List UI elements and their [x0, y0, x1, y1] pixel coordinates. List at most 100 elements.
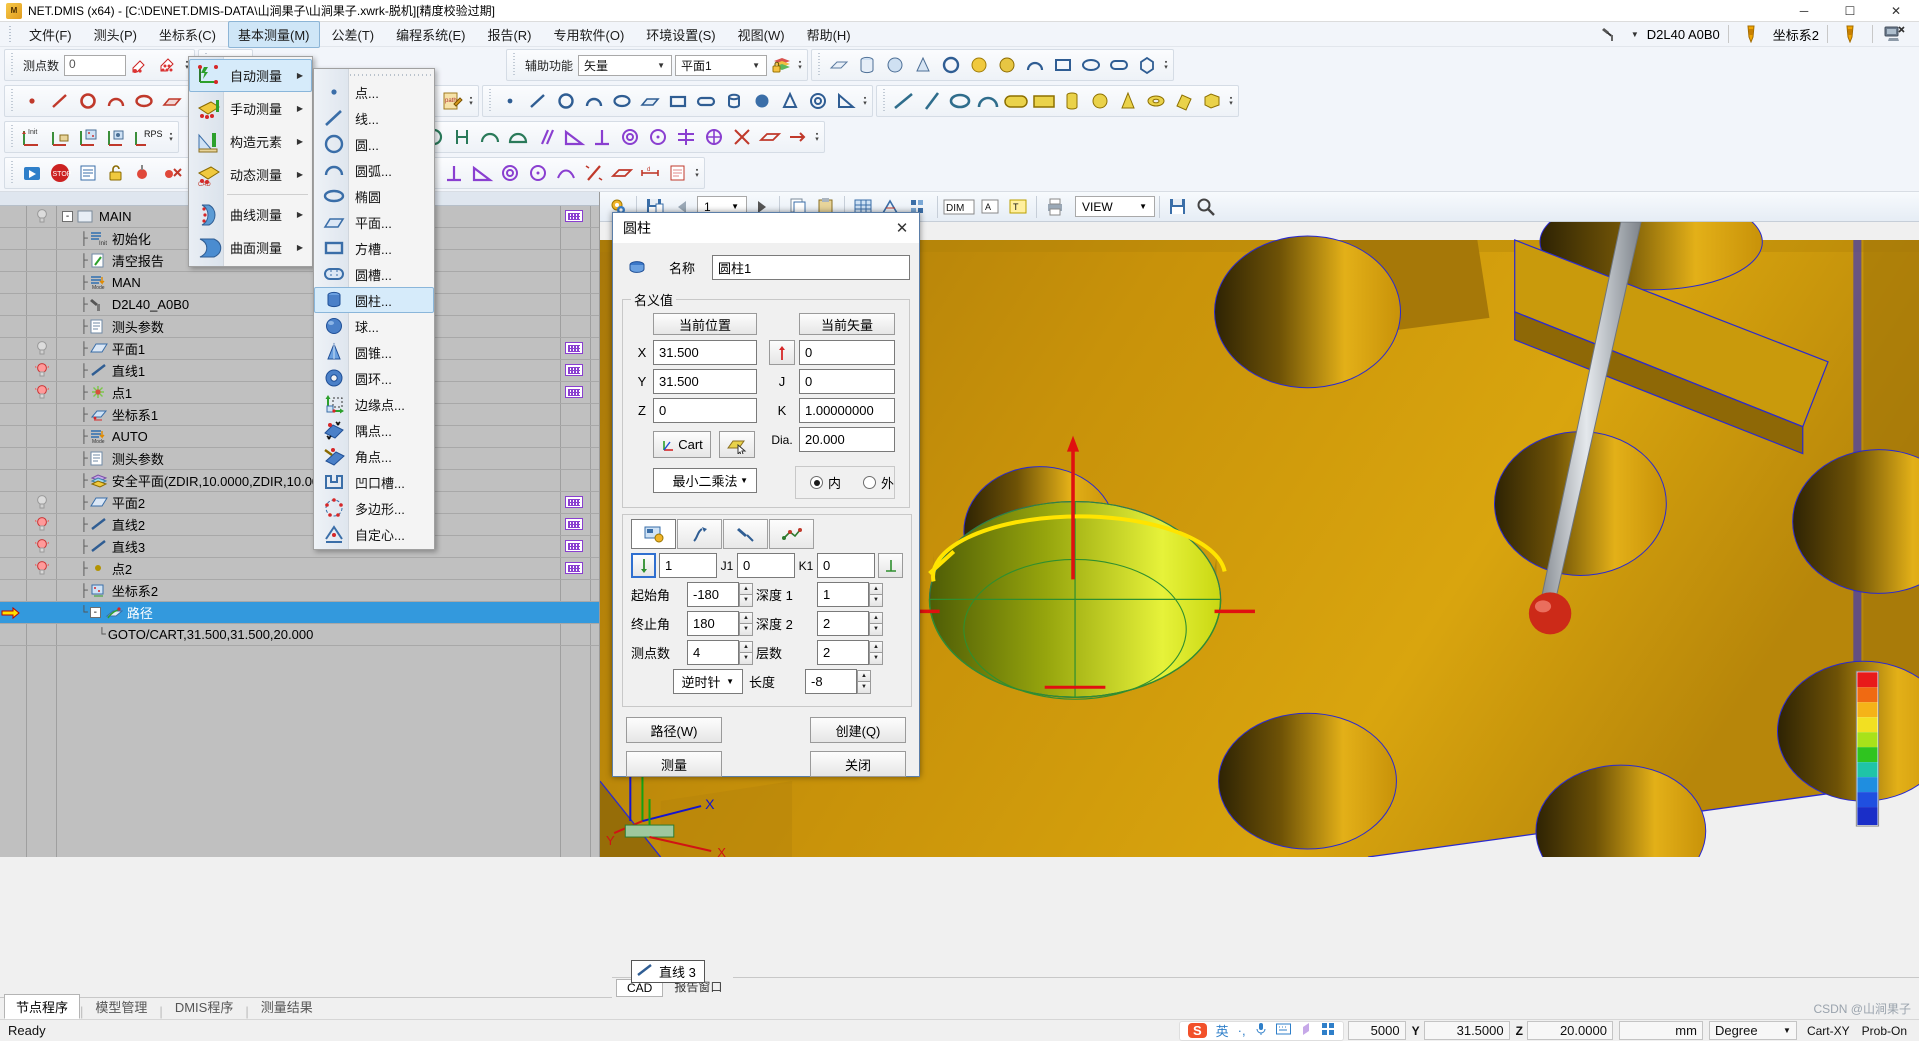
cylinder-tool-icon[interactable]	[853, 51, 881, 79]
length-spinner[interactable]: ▲ ▼	[857, 669, 871, 694]
inner-radio[interactable]: 内	[810, 473, 841, 492]
run-program-icon[interactable]	[18, 159, 46, 187]
outer-radio[interactable]: 外	[863, 473, 894, 492]
submenu-item-arc[interactable]: 圆弧...	[314, 157, 434, 183]
submenu-item-plane[interactable]: 平面...	[314, 209, 434, 235]
dim-pos-icon[interactable]	[700, 123, 728, 151]
construct-ellipse-icon[interactable]	[608, 87, 636, 115]
profile-icon[interactable]	[552, 159, 580, 187]
dim-cyl-icon[interactable]	[448, 123, 476, 151]
rps-csys-icon[interactable]: RPS	[130, 123, 166, 151]
end-angle-spinner[interactable]: ▲ ▼	[739, 611, 753, 636]
construct-plane-icon[interactable]	[636, 87, 664, 115]
text-anno-icon[interactable]: A	[976, 193, 1004, 221]
tree-row[interactable]: ├ 点1	[0, 382, 599, 404]
sheet-icon[interactable]	[664, 159, 692, 187]
tree-row[interactable]: ├ 直线1	[0, 360, 599, 382]
perpendicular-button[interactable]	[878, 553, 903, 578]
perp2-icon[interactable]	[440, 159, 468, 187]
menu-item-dynamic-measure[interactable]: CAD 动态测量 ▶	[189, 158, 312, 191]
cylinder-dialog[interactable]: 圆柱 ✕ 名称 圆柱1 名义值 当前位置 X 31.500 Y 31.500 Z…	[612, 212, 920, 777]
depth1-input[interactable]: 1	[817, 582, 869, 607]
arc-tool-icon[interactable]	[1021, 51, 1049, 79]
menu-coordinate-system[interactable]: 坐标系(C)	[149, 21, 226, 48]
name-input[interactable]: 圆柱1	[712, 255, 910, 280]
visibility-bulb-icon[interactable]	[22, 559, 62, 578]
submenu-item-polygon[interactable]: 多边形...	[314, 495, 434, 521]
tab-model-management[interactable]: 模型管理	[83, 994, 159, 1019]
menu-item-construct-element[interactable]: 构造元素 ▶	[189, 125, 312, 158]
tab-probe-path[interactable]	[723, 519, 768, 549]
angle2-icon[interactable]	[468, 159, 496, 187]
pos-x-input[interactable]: 31.500	[653, 340, 757, 365]
vector2-down-button[interactable]	[631, 553, 656, 578]
sphere2-tool-icon[interactable]	[993, 51, 1021, 79]
point-count-spinner[interactable]: ▲ ▼	[739, 640, 753, 665]
row-keyboard-badge-icon[interactable]	[565, 518, 583, 530]
path-edit-icon[interactable]: path	[438, 87, 466, 115]
direction-combo[interactable]: 逆时针 ▼	[673, 669, 743, 694]
dim-sym-icon[interactable]	[672, 123, 700, 151]
box-shape-icon[interactable]	[1198, 87, 1226, 115]
disconnect-machine-icon[interactable]	[1881, 20, 1909, 48]
tree-row[interactable]: ├ 坐标系1	[0, 404, 599, 426]
dim-angle-icon[interactable]	[560, 123, 588, 151]
group-grip[interactable]	[881, 89, 888, 113]
target2-icon[interactable]	[496, 159, 524, 187]
close-button[interactable]: ✕	[1873, 0, 1919, 22]
palette-icon[interactable]	[1300, 1022, 1313, 1039]
tab-params[interactable]	[631, 519, 676, 549]
menu-dedicated-software[interactable]: 专用软件(O)	[544, 21, 635, 48]
toolbar-overflow-4[interactable]: ▪ ▾	[1161, 51, 1171, 79]
layer-count-input[interactable]: 2	[817, 640, 869, 665]
dim-arc-icon[interactable]	[476, 123, 504, 151]
erase-all-points-icon[interactable]	[154, 51, 182, 79]
sphere-cal-icon[interactable]	[130, 159, 158, 187]
tree-row[interactable]: ├ 坐标系2	[0, 580, 599, 602]
tree-row[interactable]: ├ 平面2	[0, 492, 599, 514]
visibility-bulb-icon[interactable]	[22, 208, 62, 226]
visibility-bulb-icon[interactable]	[22, 361, 62, 380]
vector-combo[interactable]: 矢量 ▼	[578, 54, 673, 76]
submenu-item-edge-point[interactable]: 边缘点...	[314, 391, 434, 417]
line-shape-icon[interactable]	[890, 87, 918, 115]
vec-k1-input[interactable]: 0	[817, 553, 875, 578]
plane-combo[interactable]: 平面1 ▼	[675, 54, 768, 76]
dim-flat-icon[interactable]	[756, 123, 784, 151]
group-grip[interactable]	[511, 53, 519, 77]
submenu-item-notch-slot[interactable]: 凹口槽...	[314, 469, 434, 495]
circle-tool-icon[interactable]	[937, 51, 965, 79]
cad-feature-label-box[interactable]: 直线 3	[631, 960, 705, 983]
construct-angle-icon[interactable]	[832, 87, 860, 115]
depth2-spinner[interactable]: ▲ ▼	[869, 611, 883, 636]
construct-slot-icon[interactable]	[692, 87, 720, 115]
circle-measure-icon[interactable]	[74, 87, 102, 115]
length-input[interactable]: -8	[805, 669, 857, 694]
dim-arrow-icon[interactable]	[784, 123, 812, 151]
dim-target-icon[interactable]	[616, 123, 644, 151]
create-button[interactable]: 创建(Q)	[810, 717, 906, 743]
tab-points[interactable]	[769, 519, 814, 549]
construct-point-icon[interactable]	[496, 87, 524, 115]
line-measure-icon[interactable]	[46, 87, 74, 115]
menu-environment[interactable]: 环境设置(S)	[636, 21, 725, 48]
visibility-bulb-icon[interactable]	[22, 537, 62, 556]
row-keyboard-badge-icon[interactable]	[565, 386, 583, 398]
path-button[interactable]: 路径(W)	[626, 717, 722, 743]
tab-dmis-program[interactable]: DMIS程序	[163, 994, 246, 1019]
view-mode-combo[interactable]: VIEW ▼	[1075, 196, 1155, 217]
tree-expander[interactable]: -	[89, 607, 101, 618]
submenu-item-round-slot[interactable]: 圆槽...	[314, 261, 434, 287]
yellow-circle-tool-icon[interactable]	[965, 51, 993, 79]
dice-csys-icon[interactable]	[74, 123, 102, 151]
tree-row[interactable]: ├ Mode MAN	[0, 272, 599, 294]
vector-flip-button[interactable]	[769, 340, 795, 365]
cart-button[interactable]: Cart	[653, 431, 711, 458]
row-keyboard-badge-icon[interactable]	[565, 364, 583, 376]
maximize-button[interactable]: ☐	[1827, 0, 1873, 22]
plane-measure-icon[interactable]	[158, 87, 186, 115]
menu-view[interactable]: 视图(W)	[728, 21, 795, 48]
menubar-grip[interactable]	[8, 25, 14, 43]
row-keyboard-badge-icon[interactable]	[565, 342, 583, 354]
lock-plane-icon[interactable]	[767, 51, 795, 79]
